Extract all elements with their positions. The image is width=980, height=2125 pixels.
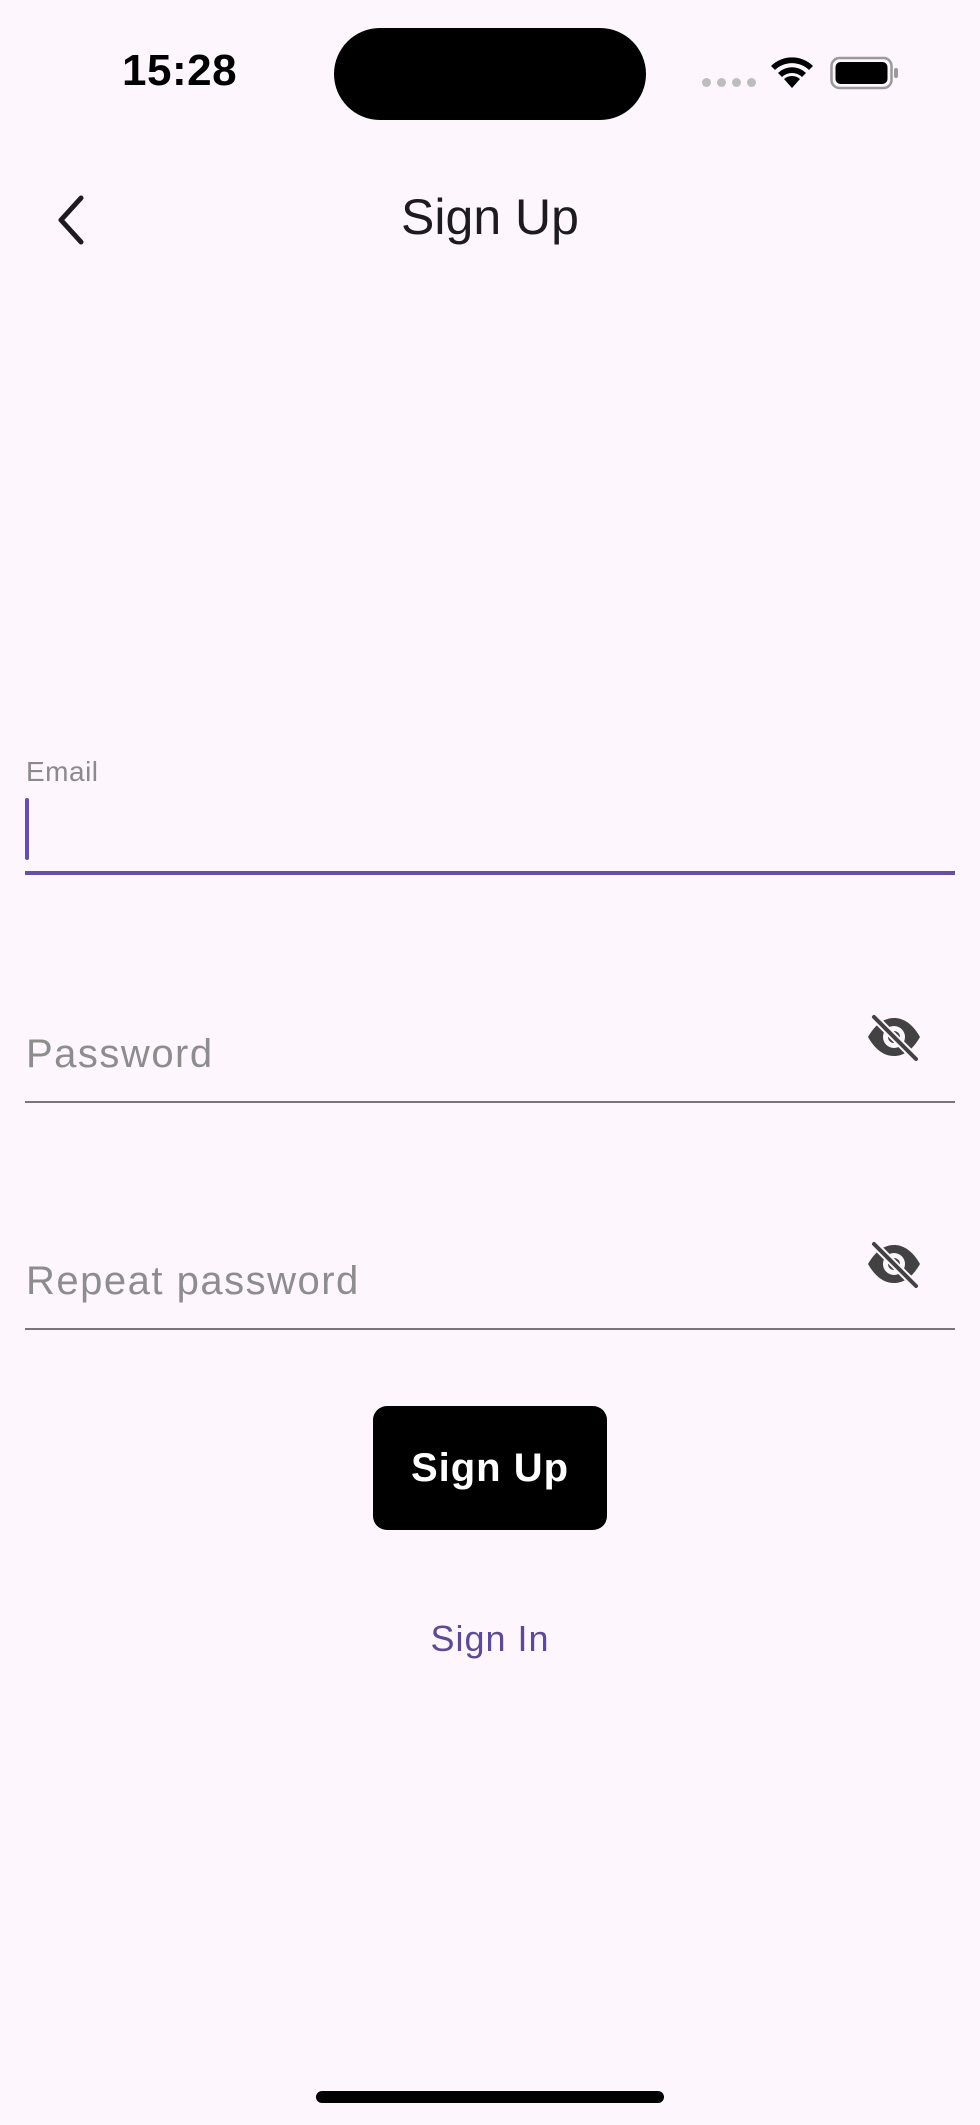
status-time: 15:28 [122,46,238,95]
page-title: Sign Up [401,189,579,245]
sign-up-button[interactable]: Sign Up [373,1406,607,1530]
home-indicator[interactable] [316,2091,664,2103]
email-field[interactable]: Email [25,756,955,876]
password-field[interactable]: Password [25,980,955,1104]
eye-off-icon [868,1240,920,1288]
status-bar: 15:28 [0,0,980,150]
text-cursor [25,798,29,860]
email-underline [25,871,955,875]
sign-in-link[interactable]: Sign In [0,1618,980,1660]
battery-icon [830,56,898,90]
eye-off-icon [868,1013,920,1061]
repeat-password-visibility-toggle[interactable] [863,1233,925,1295]
wifi-icon [771,57,813,88]
password-underline [25,1101,955,1103]
repeat-password-field[interactable]: Repeat password [25,1207,955,1331]
dynamic-island [334,28,646,120]
cellular-signal-icon [702,78,756,87]
password-placeholder: Password [26,1032,214,1076]
repeat-password-underline [25,1328,955,1330]
app-bar: Sign Up [0,160,980,280]
password-visibility-toggle[interactable] [863,1006,925,1068]
repeat-password-placeholder: Repeat password [26,1259,360,1303]
email-label: Email [26,756,99,787]
